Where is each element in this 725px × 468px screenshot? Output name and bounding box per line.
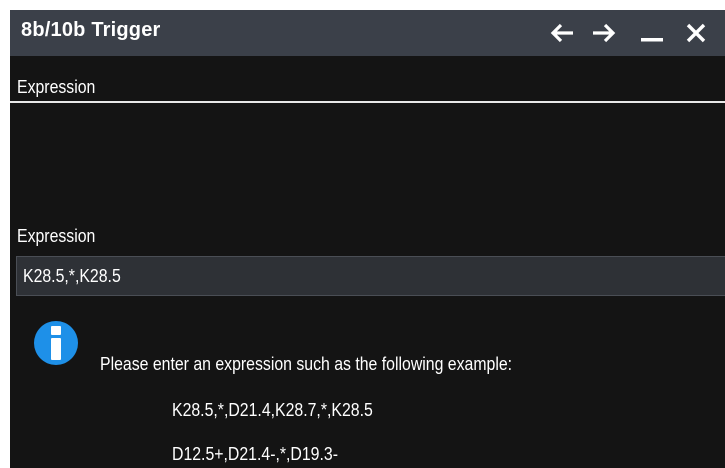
close-icon xyxy=(686,23,706,43)
arrow-left-icon xyxy=(550,23,573,43)
example-expression: K28.5,*,D21.4,K28.7,*,K28.5 xyxy=(172,400,373,420)
tab-expression[interactable]: Expression xyxy=(10,74,725,104)
minimize-button[interactable] xyxy=(632,10,672,56)
expression-label: Expression xyxy=(17,226,96,246)
forward-button[interactable] xyxy=(584,10,624,56)
expression-input-value: K28.5,*,K28.5 xyxy=(23,266,121,286)
arrow-right-icon xyxy=(593,23,616,43)
trigger-dialog: 8b/10b Trigger Expression Expression K28… xyxy=(10,10,725,468)
expression-input[interactable]: K28.5,*,K28.5 xyxy=(16,256,725,296)
tab-underline xyxy=(10,101,725,103)
tab-expression-label: Expression xyxy=(17,77,96,97)
title-bar: 8b/10b Trigger xyxy=(10,10,725,56)
info-message: Please enter an expression such as the f… xyxy=(100,354,513,374)
example-expression: D12.5+,D21.4-,*,D19.3- xyxy=(172,444,338,464)
minimize-icon xyxy=(641,38,663,42)
close-button[interactable] xyxy=(676,10,716,56)
dialog-title: 8b/10b Trigger xyxy=(21,19,161,41)
back-button[interactable] xyxy=(542,10,582,56)
info-icon xyxy=(34,321,78,365)
